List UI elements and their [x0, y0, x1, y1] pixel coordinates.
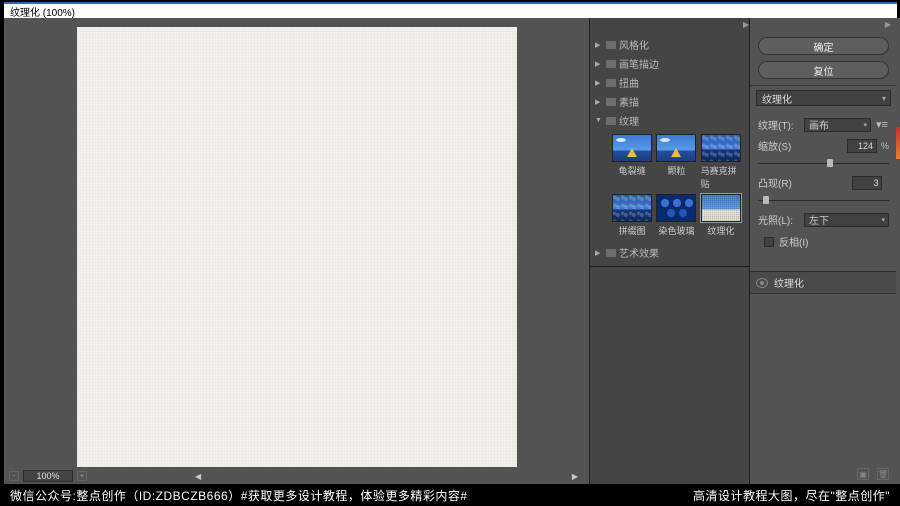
thumb-texturizer[interactable]: 纹理化	[701, 194, 741, 237]
thumb-patchwork[interactable]: 拼缀图	[612, 194, 652, 237]
thumb-craquelure[interactable]: 龟裂缝	[612, 134, 652, 190]
settings-panel: ▶ 确定 复位 纹理化 纹理(T): 画布 ▾≡ 缩放(S)	[749, 18, 897, 484]
light-select[interactable]: 左下	[804, 213, 889, 227]
tree-group-brush-strokes[interactable]: ▶画笔描边	[592, 54, 747, 73]
preview-panel: - 100% + ◀ ▶	[4, 18, 589, 484]
thumb-stained-glass[interactable]: 染色玻璃	[656, 194, 696, 237]
thumb-mosaic-tiles[interactable]: 马赛克拼贴	[701, 134, 741, 190]
right-edge-strip	[896, 18, 900, 484]
scroll-right-icon[interactable]: ▶	[572, 472, 578, 481]
relief-input[interactable]	[852, 176, 882, 190]
thumb-grain[interactable]: 颗粒	[656, 134, 696, 190]
tree-group-texture[interactable]: ▼纹理	[592, 111, 747, 130]
folder-icon	[606, 60, 616, 68]
scale-label: 缩放(S)	[758, 138, 800, 153]
folder-icon	[606, 98, 616, 106]
zoom-plus-button[interactable]: +	[77, 471, 87, 481]
title-bar: 纹理化 (100%)	[4, 2, 897, 18]
scroll-left-icon[interactable]: ◀	[195, 472, 201, 481]
folder-icon	[606, 79, 616, 87]
ok-button[interactable]: 确定	[758, 37, 889, 55]
preview-canvas	[77, 27, 517, 467]
filter-gallery-panel: ▶ ▶风格化 ▶画笔描边 ▶扭曲 ▶素描 ▼纹理 龟裂缝 颗粒 马赛克拼贴 拼缀…	[589, 18, 749, 484]
scale-slider[interactable]	[758, 159, 889, 169]
preview-area[interactable]	[5, 19, 588, 469]
collapse-chevron-icon[interactable]: ▶	[739, 18, 749, 31]
tree-group-artistic[interactable]: ▶艺术效果	[592, 243, 747, 262]
texture-menu-icon[interactable]: ▾≡	[875, 118, 889, 131]
panel-chevron-icon[interactable]: ▶	[883, 20, 893, 29]
texture-select[interactable]: 画布	[804, 118, 871, 132]
reset-button[interactable]: 复位	[758, 61, 889, 79]
texture-label: 纹理(T):	[758, 117, 800, 132]
delete-effect-layer-button[interactable]: 🗑	[877, 468, 889, 480]
scale-input[interactable]	[847, 139, 877, 153]
light-label: 光照(L):	[758, 212, 800, 227]
relief-label: 凸现(R)	[758, 175, 800, 190]
invert-checkbox[interactable]	[764, 237, 774, 247]
tree-group-sketch[interactable]: ▶素描	[592, 92, 747, 111]
effect-layers: 纹理化 ▣ 🗑	[750, 271, 897, 484]
horizontal-scrollbar[interactable]: ◀ ▶	[91, 471, 584, 481]
effect-layer-item[interactable]: 纹理化	[750, 272, 897, 294]
folder-icon	[606, 249, 616, 257]
filter-select[interactable]: 纹理化	[756, 90, 891, 106]
scale-unit: %	[881, 141, 889, 151]
visibility-eye-icon[interactable]	[756, 278, 768, 288]
folder-icon	[606, 41, 616, 49]
footer-watermark: 微信公众号:整点创作（ID:ZDBCZB666）#获取更多设计教程，体验更多精彩…	[0, 484, 900, 506]
zoom-minus-button[interactable]: -	[9, 471, 19, 481]
tree-group-distort[interactable]: ▶扭曲	[592, 73, 747, 92]
window-title: 纹理化 (100%)	[10, 4, 75, 19]
new-effect-layer-button[interactable]: ▣	[857, 468, 869, 480]
relief-slider[interactable]	[758, 196, 889, 206]
zoom-level[interactable]: 100%	[23, 470, 73, 482]
tree-group-stylize[interactable]: ▶风格化	[592, 35, 747, 54]
invert-label: 反相(I)	[779, 234, 808, 249]
folder-icon	[606, 117, 616, 125]
